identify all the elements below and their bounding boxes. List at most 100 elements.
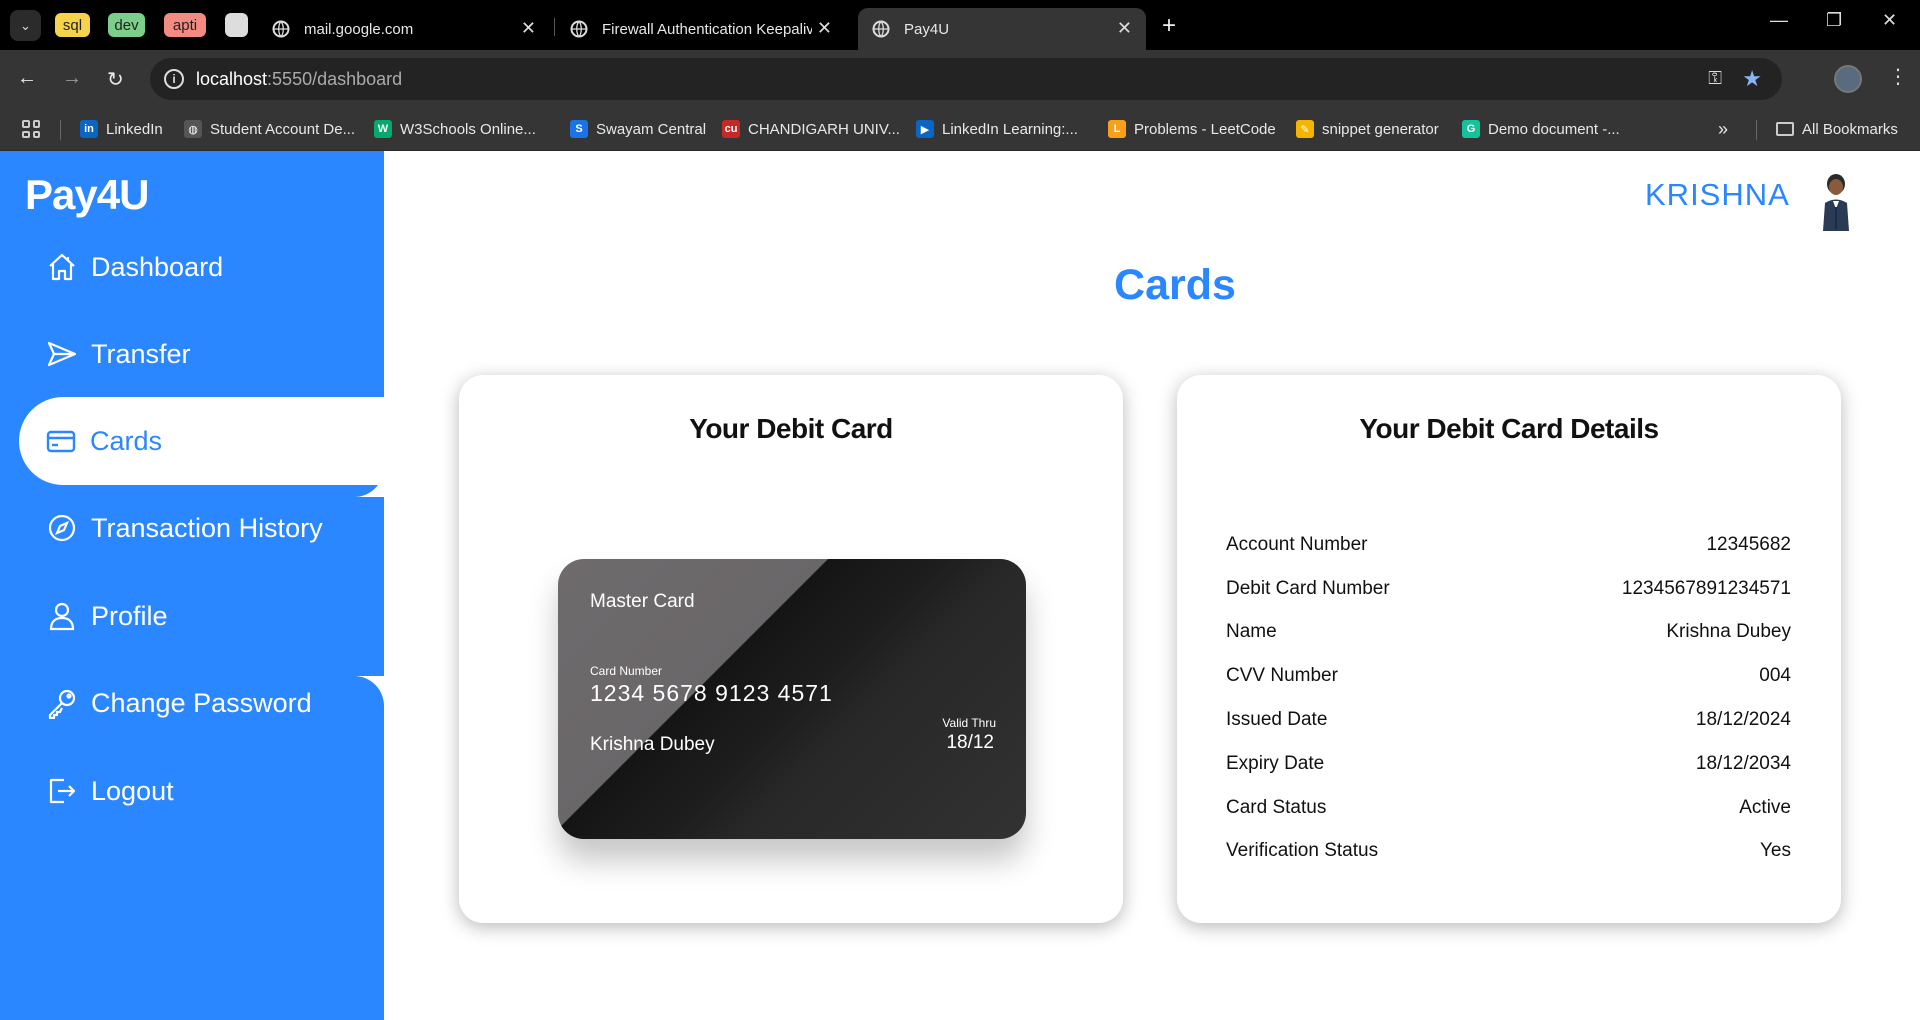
panel-title: Your Debit Card Details: [1359, 413, 1659, 444]
grammarly-icon: G: [1462, 120, 1480, 138]
tab-title: Pay4U: [904, 20, 950, 38]
key-icon: [46, 687, 78, 719]
detail-value: 12345682: [1706, 533, 1791, 555]
tab-title: mail.google.com: [304, 20, 414, 38]
all-bookmarks-folder[interactable]: All Bookmarks: [1776, 118, 1898, 140]
new-tab-button[interactable]: +: [1162, 12, 1176, 40]
sidebar-item-transaction-history[interactable]: Transaction History: [0, 484, 384, 572]
detail-value: 18/12/2034: [1695, 752, 1791, 774]
sidebar-item-label: Logout: [91, 775, 174, 806]
detail-label: Account Number: [1226, 533, 1368, 555]
bookmark-item[interactable]: cu CHANDIGARH UNIV...: [722, 118, 900, 140]
sidebar-item-cards[interactable]: Cards: [19, 397, 384, 485]
linkedin-icon: in: [80, 120, 98, 138]
home-icon: [46, 251, 78, 283]
apps-grid-icon[interactable]: [22, 120, 40, 138]
tab-firewall[interactable]: Firewall Authentication Keepalive ✕: [556, 8, 846, 50]
bookmark-star-icon[interactable]: ★: [1742, 66, 1762, 92]
user-avatar[interactable]: [1805, 169, 1867, 231]
detail-value: 004: [1759, 665, 1791, 687]
tab-title: Firewall Authentication Keepalive: [602, 20, 812, 38]
detail-value: Active: [1739, 796, 1791, 818]
bookmark-item[interactable]: ◍ Student Account De...: [184, 118, 355, 140]
detail-row: Debit Card Number 1234567891234571: [1226, 567, 1791, 611]
close-tab-icon[interactable]: ✕: [817, 18, 832, 39]
detail-value: Yes: [1760, 840, 1791, 862]
panel-title: Your Debit Card: [689, 413, 893, 444]
detail-label: Expiry Date: [1226, 752, 1325, 774]
detail-row: Verification Status Yes: [1226, 830, 1791, 874]
tab-mail[interactable]: mail.google.com ✕: [258, 8, 550, 50]
close-tab-icon[interactable]: ✕: [521, 18, 536, 39]
address-bar[interactable]: i localhost:5550/dashboard ⚿ ★: [150, 58, 1782, 100]
credit-card-icon: [45, 425, 77, 457]
detail-label: Verification Status: [1226, 840, 1379, 862]
detail-value: Krishna Dubey: [1666, 621, 1791, 643]
forward-icon[interactable]: →: [62, 67, 82, 90]
send-icon: [46, 338, 78, 370]
site-info-icon[interactable]: i: [164, 69, 184, 89]
more-menu-icon[interactable]: ⋮: [1888, 64, 1908, 89]
card-brand: Master Card: [590, 591, 695, 612]
app-root: Pay4U Dashboard Transfer Cards Transaction …: [0, 151, 1920, 1020]
sidebar-item-label: Profile: [91, 600, 168, 631]
tab-group-collapsed[interactable]: [225, 13, 248, 37]
restore-icon[interactable]: ❐: [1826, 10, 1842, 31]
card-details-panel: Your Debit Card Details Account Number 12…: [1177, 375, 1841, 923]
reload-icon[interactable]: ↻: [107, 67, 124, 92]
leetcode-icon: L: [1108, 120, 1126, 138]
swayam-icon: S: [570, 120, 588, 138]
card-number-label: Card Number: [590, 664, 663, 678]
bookmark-item[interactable]: in LinkedIn: [80, 118, 163, 140]
globe-icon: [272, 20, 290, 38]
tab-group-apti[interactable]: apti: [164, 13, 206, 37]
close-tab-icon[interactable]: ✕: [1117, 18, 1132, 39]
browser-toolbar: ← → ↻ i localhost:5550/dashboard ⚿ ★ ⋮: [0, 50, 1920, 108]
sidebar-item-transfer[interactable]: Transfer: [0, 310, 384, 398]
tab-pay4u[interactable]: Pay4U ✕: [858, 8, 1146, 50]
window-close-icon[interactable]: ✕: [1882, 10, 1897, 31]
detail-label: Name: [1226, 621, 1277, 643]
card-details-list: Account Number 12345682 Debit Card Number 1…: [1226, 523, 1791, 873]
sidebar-item-change-password[interactable]: Change Password: [0, 659, 384, 747]
url-text[interactable]: localhost:5550/dashboard: [196, 69, 402, 90]
bookmark-item[interactable]: G Demo document -...: [1462, 118, 1620, 140]
brand-logo[interactable]: Pay4U: [25, 171, 149, 219]
sidebar-item-dashboard[interactable]: Dashboard: [0, 223, 384, 311]
sidebar-item-profile[interactable]: Profile: [0, 572, 384, 660]
detail-row: Issued Date 18/12/2024: [1226, 698, 1791, 742]
bookmark-item[interactable]: ✎ snippet generator: [1296, 118, 1439, 140]
sidebar-item-logout[interactable]: Logout: [0, 747, 384, 835]
sidebar-item-label: Cards: [90, 425, 163, 456]
globe-icon: [872, 20, 890, 38]
detail-row: Card Status Active: [1226, 786, 1791, 830]
profile-avatar[interactable]: [1834, 65, 1862, 93]
password-key-icon[interactable]: ⚿: [1708, 68, 1722, 89]
tab-group-sql[interactable]: sql: [55, 13, 90, 37]
minimize-icon[interactable]: —: [1770, 10, 1788, 31]
bookmark-item[interactable]: L Problems - LeetCode: [1108, 118, 1276, 140]
detail-label: Issued Date: [1226, 709, 1328, 731]
bookmark-item[interactable]: ▶ LinkedIn Learning:...: [916, 118, 1078, 140]
sidebar-item-label: Dashboard: [91, 251, 224, 282]
tab-search-button[interactable]: ⌄: [10, 10, 41, 41]
bookmark-item[interactable]: W W3Schools Online...: [374, 118, 536, 140]
globe-icon: [570, 20, 588, 38]
back-icon[interactable]: ←: [17, 67, 37, 90]
username[interactable]: KRISHNA: [1645, 177, 1790, 213]
tab-group-dev[interactable]: dev: [108, 13, 145, 37]
linkedin-learning-icon: ▶: [916, 120, 934, 138]
bookmarks-bar: in LinkedIn ◍ Student Account De... W W3Schoo…: [0, 108, 1920, 151]
bookmarks-overflow-icon[interactable]: »: [1718, 118, 1728, 140]
detail-label: CVV Number: [1226, 665, 1338, 687]
detail-label: Debit Card Number: [1226, 577, 1390, 599]
debit-card-panel: Your Debit Card Master Card Card Number …: [459, 375, 1123, 923]
snippet-icon: ✎: [1296, 120, 1314, 138]
logout-icon: [46, 775, 78, 807]
debit-card[interactable]: Master Card Card Number 1234 5678 9123 4…: [558, 559, 1026, 839]
bookmark-item[interactable]: S Swayam Central: [570, 118, 706, 140]
user-icon: [46, 600, 78, 632]
sidebar-item-label: Change Password: [91, 687, 312, 718]
detail-row: CVV Number 004: [1226, 654, 1791, 698]
detail-value: 18/12/2024: [1695, 709, 1791, 731]
